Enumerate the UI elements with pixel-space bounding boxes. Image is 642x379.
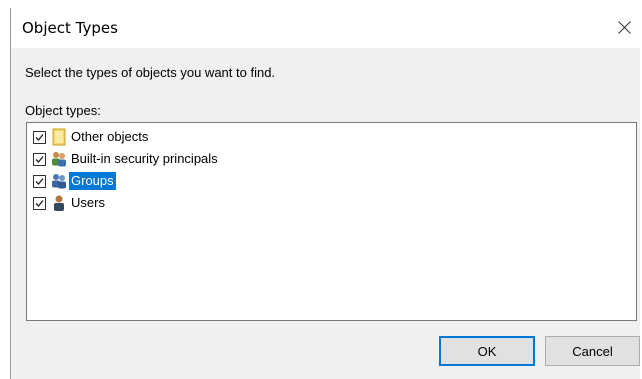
user-icon: [50, 194, 68, 212]
cancel-button[interactable]: Cancel: [545, 336, 640, 366]
title-bar: Object Types: [11, 8, 640, 48]
list-item-built-in-security-principals[interactable]: Built-in security principals: [33, 149, 220, 169]
item-label-built-in-security-principals: Built-in security principals: [71, 151, 218, 166]
list-item-groups[interactable]: Groups: [33, 171, 116, 191]
close-button[interactable]: [608, 8, 640, 48]
checkbox-built-in-security-principals[interactable]: [33, 152, 46, 166]
list-item-users[interactable]: Users: [33, 193, 107, 213]
item-label-other-objects: Other objects: [71, 129, 149, 144]
checkmark-icon: [35, 199, 44, 207]
checkmark-icon: [35, 177, 44, 185]
item-label-groups: Groups: [69, 172, 116, 190]
folder-icon: [50, 128, 68, 146]
checkbox-other-objects[interactable]: [33, 130, 46, 144]
group-icon: [50, 172, 68, 190]
item-label-users: Users: [71, 195, 105, 210]
checkmark-icon: [35, 155, 44, 163]
close-icon: [618, 21, 631, 34]
security-principals-icon: [50, 150, 68, 168]
checkbox-groups[interactable]: [33, 174, 46, 188]
list-item-other-objects[interactable]: Other objects: [33, 127, 150, 147]
ok-button[interactable]: OK: [439, 336, 535, 366]
object-types-dialog: Object Types Select the types of objects…: [10, 8, 640, 379]
checkbox-users[interactable]: [33, 196, 46, 210]
object-types-list[interactable]: Other objects Built-in security principa…: [26, 122, 637, 321]
checkmark-icon: [35, 133, 44, 141]
dialog-title: Object Types: [22, 19, 118, 37]
object-types-label: Object types:: [25, 103, 101, 118]
instruction-text: Select the types of objects you want to …: [25, 65, 276, 80]
